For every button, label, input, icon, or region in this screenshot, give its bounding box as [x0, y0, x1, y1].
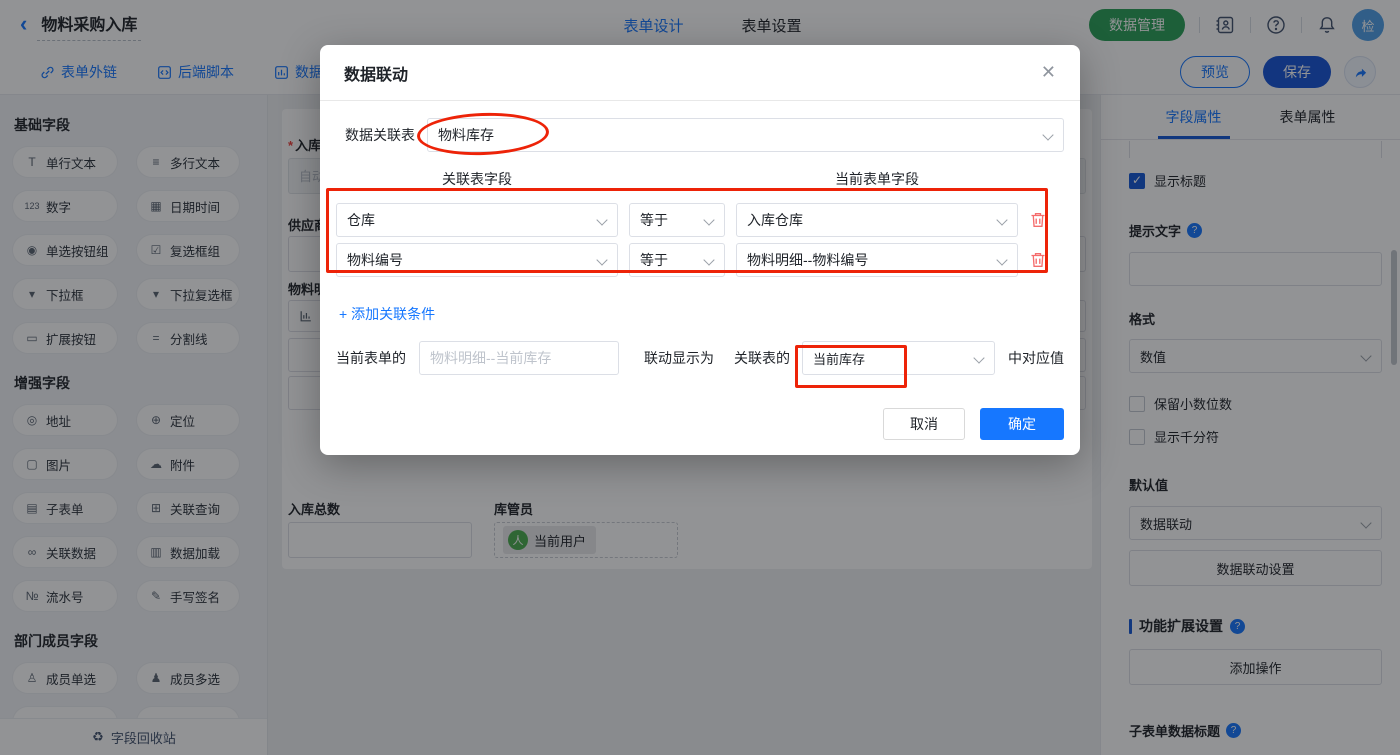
close-icon[interactable]: ✕: [1041, 62, 1056, 83]
operator-select[interactable]: 等于: [629, 243, 725, 277]
operator-select[interactable]: 等于: [629, 203, 725, 237]
rel-table-row: 数据关联表 物料库存: [336, 118, 1064, 152]
add-condition-link[interactable]: + 添加关联条件: [339, 304, 435, 324]
rel-display-field-value: 当前库存: [813, 351, 866, 367]
rel-table-label: 数据关联表: [345, 127, 415, 143]
form-field-select[interactable]: 入库仓库: [736, 203, 1018, 237]
linkage-display-row: 当前表单的 联动显示为 关联表的 当前库存 中对应值: [336, 341, 1064, 375]
chevron-down-icon: [703, 254, 715, 266]
modal-header: 数据联动 ✕: [320, 45, 1080, 101]
chevron-down-icon: [703, 214, 715, 226]
chevron-down-icon: [596, 214, 608, 226]
chevron-down-icon: [996, 214, 1008, 226]
rel-field-select[interactable]: 仓库: [336, 203, 618, 237]
current-form-label: 当前表单的: [336, 350, 406, 366]
rel-field-select[interactable]: 物料编号: [336, 243, 618, 277]
condition-row: 物料编号 等于 物料明细--物料编号: [336, 243, 1064, 277]
rel-table-select[interactable]: 物料库存: [427, 118, 1064, 152]
data-linkage-modal: 数据联动 ✕ 数据关联表 物料库存 关联表字段 当前表单字段 仓库 等于 入库仓…: [320, 45, 1080, 455]
display-as-label: 联动显示为: [644, 350, 714, 366]
rel-display-field-select[interactable]: 当前库存: [802, 341, 995, 375]
confirm-button[interactable]: 确定: [980, 408, 1064, 440]
condition-row: 仓库 等于 入库仓库: [336, 203, 1064, 237]
delete-condition-icon[interactable]: [1029, 211, 1047, 229]
delete-condition-icon[interactable]: [1029, 251, 1047, 269]
chevron-down-icon: [596, 254, 608, 266]
condition-headers: 关联表字段 当前表单字段: [336, 169, 1064, 189]
rel-table-value: 物料库存: [438, 127, 494, 143]
modal-footer: 取消 确定: [883, 408, 1064, 440]
current-form-field-input[interactable]: [419, 341, 619, 375]
chevron-down-icon: [996, 254, 1008, 266]
chevron-down-icon: [1042, 129, 1054, 141]
form-field-select[interactable]: 物料明细--物料编号: [736, 243, 1018, 277]
modal-body: 数据关联表 物料库存 关联表字段 当前表单字段 仓库 等于 入库仓库 物料编号 …: [320, 101, 1080, 455]
suffix-label: 中对应值: [1008, 350, 1064, 366]
chevron-down-icon: [973, 352, 985, 364]
condition-rows: 仓库 等于 入库仓库 物料编号 等于 物料明细--物料编号: [336, 203, 1064, 277]
col-header-form-field: 当前表单字段: [835, 171, 919, 187]
rel-of-label: 关联表的: [734, 350, 790, 366]
modal-title: 数据联动: [344, 66, 409, 84]
col-header-rel-field: 关联表字段: [442, 171, 512, 187]
cancel-button[interactable]: 取消: [883, 408, 965, 440]
